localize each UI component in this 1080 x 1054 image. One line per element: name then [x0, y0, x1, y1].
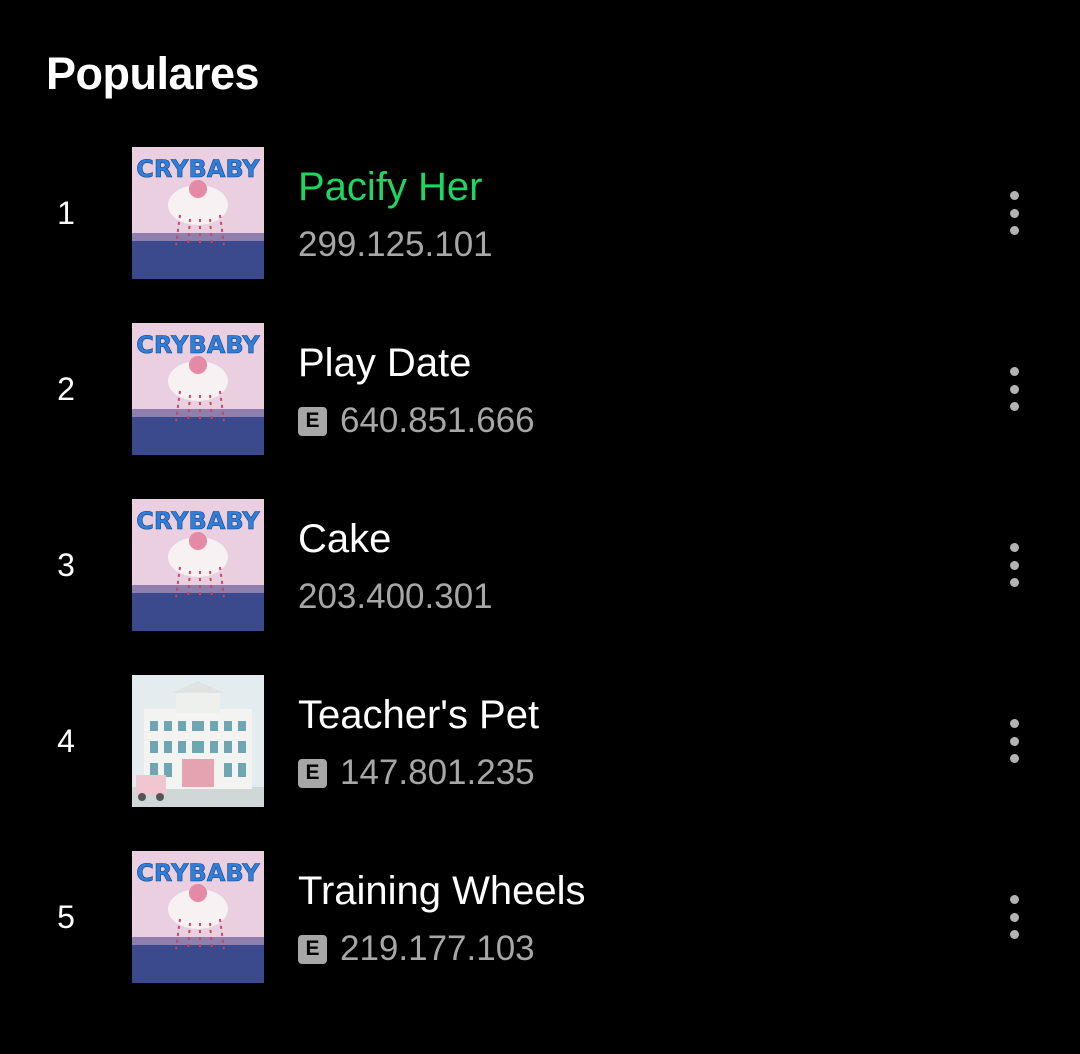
- track-row[interactable]: 1 CRYBABY Pacify Her 299.125.101: [0, 147, 1080, 297]
- more-options-button[interactable]: [996, 891, 1032, 943]
- svg-text:CRYBABY: CRYBABY: [136, 507, 260, 535]
- svg-text:CRYBABY: CRYBABY: [136, 155, 260, 183]
- track-number: 3: [57, 547, 75, 583]
- more-dots-icon: [1009, 367, 1019, 376]
- more-dots-icon: [1009, 719, 1019, 728]
- track-meta: E 640.851.666: [298, 401, 535, 441]
- play-count: 219.177.103: [340, 929, 535, 968]
- popular-tracks-list: 1 CRYBABY Pacify Her 299.125.101 2 CRYBA…: [0, 0, 1080, 1054]
- track-title: Play Date: [298, 341, 472, 385]
- explicit-badge: E: [298, 758, 327, 788]
- track-number: 2: [57, 371, 75, 407]
- track-number: 4: [57, 723, 75, 759]
- track-row[interactable]: 2 CRYBABY Play Date E 640.851.666: [0, 323, 1080, 473]
- more-options-button[interactable]: [996, 187, 1032, 239]
- track-row[interactable]: 5 CRYBABY Training Wheels E 219.177.103: [0, 851, 1080, 1001]
- more-options-button[interactable]: [996, 539, 1032, 591]
- album-cover: CRYBABY: [132, 499, 264, 631]
- more-options-button[interactable]: [996, 363, 1032, 415]
- svg-text:CRYBABY: CRYBABY: [136, 859, 260, 887]
- track-meta: 203.400.301: [298, 577, 493, 617]
- track-meta: E 219.177.103: [298, 929, 535, 969]
- track-title: Training Wheels: [298, 869, 586, 913]
- play-count: 147.801.235: [340, 753, 535, 792]
- track-row[interactable]: 3 CRYBABY Cake 203.400.301: [0, 499, 1080, 649]
- track-meta: E 147.801.235: [298, 753, 535, 793]
- track-number: 1: [57, 195, 75, 231]
- more-dots-icon: [1009, 191, 1019, 200]
- album-cover: CRYBABY: [132, 851, 264, 983]
- track-title: Pacify Her: [298, 165, 483, 209]
- album-cover: [132, 675, 264, 807]
- album-cover: CRYBABY: [132, 147, 264, 279]
- play-count: 203.400.301: [298, 577, 493, 616]
- track-title: Cake: [298, 517, 392, 561]
- track-meta: 299.125.101: [298, 225, 493, 265]
- track-row[interactable]: 4 Teacher's Pet E 147.801.235: [0, 675, 1080, 825]
- explicit-badge: E: [298, 934, 327, 964]
- more-dots-icon: [1009, 543, 1019, 552]
- track-number: 5: [57, 899, 75, 935]
- explicit-badge: E: [298, 406, 327, 436]
- album-cover: CRYBABY: [132, 323, 264, 455]
- more-dots-icon: [1009, 895, 1019, 904]
- play-count: 299.125.101: [298, 225, 493, 264]
- more-options-button[interactable]: [996, 715, 1032, 767]
- play-count: 640.851.666: [340, 401, 535, 440]
- track-title: Teacher's Pet: [298, 693, 540, 737]
- svg-text:CRYBABY: CRYBABY: [136, 331, 260, 359]
